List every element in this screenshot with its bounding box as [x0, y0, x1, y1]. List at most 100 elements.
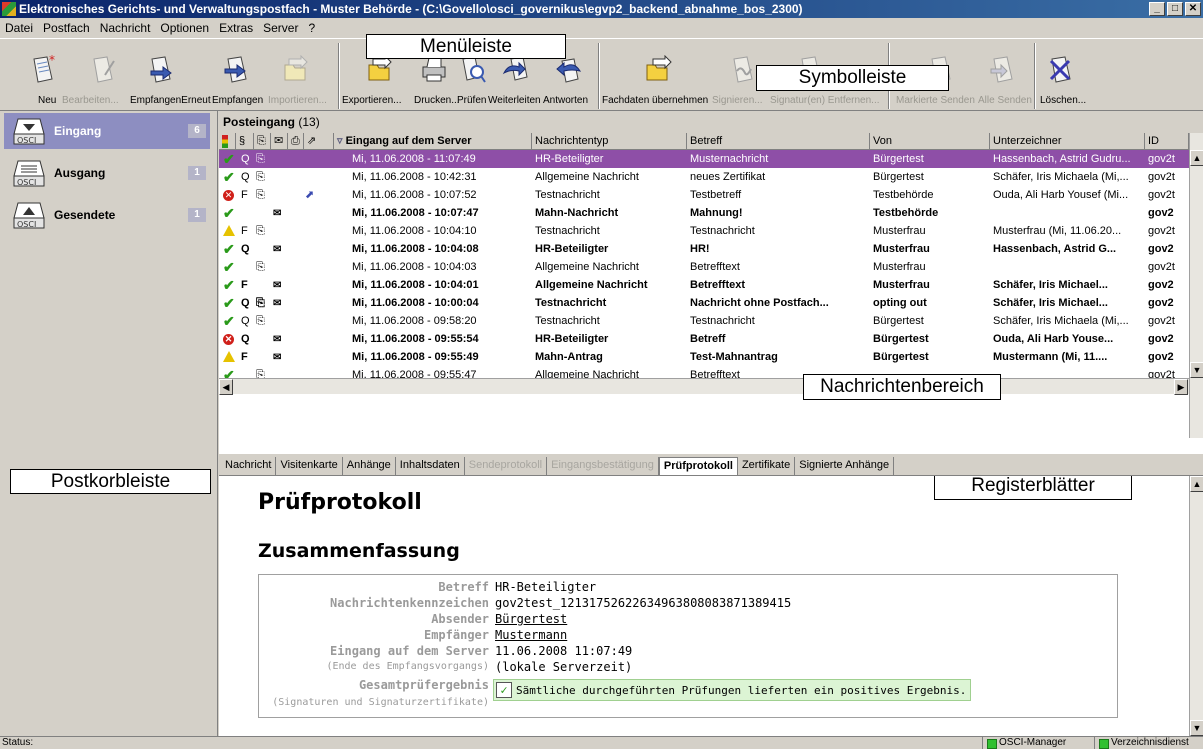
table-row[interactable]: ✔ Q ✉ Mi, 11.06.2008 - 10:04:08 HR-Beteiligt… — [219, 240, 1189, 258]
svg-text:*: * — [49, 55, 55, 67]
tab-visitenkarte[interactable]: Visitenkarte — [276, 457, 343, 475]
export-button[interactable]: Exportieren... — [342, 53, 401, 109]
attachment-cell: ⎘ — [256, 186, 268, 204]
table-row[interactable]: ✕ F ⎘ ⬈ Mi, 11.06.2008 - 10:07:52 Testnachric… — [219, 186, 1189, 204]
col-envelope-header[interactable]: ✉ — [271, 133, 288, 150]
col-forward-header[interactable]: ⇗ — [304, 133, 334, 150]
edit-button[interactable]: Bearbeiten... — [62, 53, 122, 109]
mailbox-sidebar: OSCI Eingang 6 OSCI Ausgang 1 OSCI Gesen… — [0, 111, 218, 736]
sidebar-item-label: Eingang — [54, 124, 102, 138]
import-button[interactable]: Importieren... — [268, 53, 327, 109]
tab-inhaltsdaten[interactable]: Inhaltsdaten — [396, 457, 465, 475]
minimize-button[interactable]: _ — [1149, 2, 1165, 16]
status-icon-cell: ✕ — [223, 330, 237, 348]
message-list-vscroll[interactable]: ▲ ▼ — [1189, 133, 1203, 438]
summary-row-subject: Betreff HR-Beteiligter — [259, 579, 1117, 595]
menu-datei[interactable]: Datei — [0, 21, 38, 35]
table-header: § ⎘ ✉ ⎙ ⇗ ▿ Eingang auf dem Server Nachr… — [219, 133, 1203, 150]
cell-date: Mi, 11.06.2008 - 10:04:01 — [352, 279, 479, 291]
menu-server[interactable]: Server — [258, 21, 303, 35]
resend-button[interactable]: EmpfangenErneut — [130, 53, 211, 109]
print-button[interactable]: Drucken... — [414, 53, 460, 109]
table-row[interactable]: ✕ Q ✉ Mi, 11.06.2008 - 09:55:54 HR-Beteiligt… — [219, 330, 1189, 348]
table-row[interactable]: ✔ Q ⎘ Mi, 11.06.2008 - 10:42:31 Allgemeine N… — [219, 168, 1189, 186]
col-type-header[interactable]: Nachrichtentyp — [532, 133, 687, 150]
new-button[interactable]: * Neu — [22, 53, 62, 109]
cell-subject: Betrefftext — [690, 279, 746, 291]
close-button[interactable]: ✕ — [1185, 2, 1201, 16]
cell-signer: Musterfrau (Mi, 11.06.20... — [993, 225, 1122, 237]
tab-zertifikate[interactable]: Zertifikate — [738, 457, 796, 475]
cell-date: Mi, 11.06.2008 - 09:58:20 — [352, 315, 477, 327]
table-row[interactable]: ✔ Q ⎘ Mi, 11.06.2008 - 11:07:49 HR-Beteiligt… — [219, 150, 1189, 168]
envelope-icon: ✉ — [273, 280, 282, 291]
col-signer-header[interactable]: Unterzeichner — [990, 133, 1145, 150]
col-para-header[interactable]: § — [236, 133, 254, 150]
recipient-link[interactable]: Mustermann — [495, 627, 567, 643]
check-valid-icon: ✔ — [223, 313, 235, 329]
forwarded-cell — [305, 258, 325, 276]
cell-date: Mi, 11.06.2008 - 09:55:49 — [352, 351, 479, 363]
tab-signierte-anhaenge[interactable]: Signierte Anhänge — [795, 457, 895, 475]
callout-sidebar: Postkorbleiste — [10, 469, 211, 494]
sidebar-item-gesendete[interactable]: OSCI Gesendete 1 — [4, 197, 210, 233]
table-row[interactable]: ✔ F ✉ Mi, 11.06.2008 - 10:04:01 Allgemeine N… — [219, 276, 1189, 294]
receive-label: Empfangen — [212, 95, 264, 106]
sidebar-item-ausgang[interactable]: OSCI Ausgang 1 — [4, 155, 210, 191]
menu-help[interactable]: ? — [303, 21, 320, 35]
envelope-cell: ✉ — [273, 276, 287, 294]
reply-button[interactable]: Antworten — [543, 53, 594, 109]
table-row[interactable]: ✔ ✉ Mi, 11.06.2008 - 10:07:47 Mahn-Nachrich… — [219, 204, 1189, 222]
receive-button[interactable]: Empfangen — [212, 53, 263, 109]
send-all-button[interactable]: Alle Senden — [978, 53, 1032, 109]
tab-nachricht[interactable]: Nachricht — [221, 457, 277, 475]
menu-optionen[interactable]: Optionen — [155, 21, 214, 35]
check-button[interactable]: Prüfen — [454, 53, 490, 109]
message-table: ✔ Q ⎘ Mi, 11.06.2008 - 11:07:49 HR-Beteiligt… — [219, 150, 1189, 438]
check-valid-icon: ✔ — [223, 205, 235, 221]
status-icon-cell: ✔ — [223, 240, 237, 258]
new-document-icon: * — [33, 55, 55, 83]
sender-link[interactable]: Bürgertest — [495, 611, 567, 627]
cell-type: Allgemeine Nachricht — [535, 261, 639, 273]
col-subject-header[interactable]: Betreff — [687, 133, 870, 150]
report-vscroll[interactable]: ▲ ▼ — [1189, 476, 1203, 736]
toolbar: * Neu Bearbeiten... EmpfangenErneut Empf… — [0, 38, 1203, 111]
table-row[interactable]: ✔ Q ⎘ Mi, 11.06.2008 - 09:58:20 Testnachrich… — [219, 312, 1189, 330]
delete-button[interactable]: Löschen... — [1040, 53, 1086, 109]
scroll-right-button[interactable]: ▶ — [1174, 379, 1188, 395]
table-row[interactable]: ✔ ⎘ Mi, 11.06.2008 - 10:04:03 Allgemeine Na… — [219, 258, 1189, 276]
message-list-hscroll[interactable]: ◀ ▶ — [219, 378, 1189, 395]
tab-anhaenge[interactable]: Anhänge — [343, 457, 396, 475]
col-print-header[interactable]: ⎙ — [288, 133, 304, 150]
sidebar-item-eingang[interactable]: OSCI Eingang 6 — [4, 113, 210, 149]
cell-date: Mi, 11.06.2008 - 10:04:08 — [352, 243, 479, 255]
forward-button[interactable]: Weiterleiten — [488, 53, 542, 109]
menu-extras[interactable]: Extras — [214, 21, 258, 35]
col-attachment-header[interactable]: ⎘ — [254, 133, 271, 150]
table-row[interactable]: F ✉ Mi, 11.06.2008 - 09:55:49 Mahn-Antrag Te… — [219, 348, 1189, 366]
cell-subject: neues Zertifikat — [690, 171, 766, 183]
table-row[interactable]: F ⎘ Mi, 11.06.2008 - 10:04:10 Testnachricht… — [219, 222, 1189, 240]
paperclip-icon: ⎘ — [256, 225, 265, 237]
maximize-button[interactable]: □ — [1167, 2, 1183, 16]
printer-icon: ⎙ — [291, 135, 300, 147]
col-from-header[interactable]: Von — [870, 133, 990, 150]
scroll-up-button[interactable]: ▲ — [1190, 150, 1203, 166]
received-note-value: (lokale Serverzeit) — [495, 660, 633, 674]
fachdaten-button[interactable]: Fachdaten übernehmen — [602, 53, 708, 109]
col-id-header[interactable]: ID — [1145, 133, 1189, 150]
menu-nachricht[interactable]: Nachricht — [95, 21, 156, 35]
recipient-key: Empfänger — [423, 628, 489, 642]
send-all-label: Alle Senden — [978, 95, 1032, 106]
cell-date: Mi, 11.06.2008 - 10:07:47 — [352, 207, 479, 219]
report-scroll-up-button[interactable]: ▲ — [1190, 476, 1203, 492]
report-scroll-down-button[interactable]: ▼ — [1190, 720, 1203, 736]
table-row[interactable]: ✔ Q ⎘ ✉ Mi, 11.06.2008 - 10:00:04 Testnachric… — [219, 294, 1189, 312]
scroll-down-button[interactable]: ▼ — [1190, 362, 1203, 378]
tab-pruefprotokoll[interactable]: Prüfprotokoll — [658, 457, 738, 475]
scroll-left-button[interactable]: ◀ — [219, 379, 233, 395]
col-status-header[interactable] — [219, 133, 236, 150]
col-received-header[interactable]: ▿ Eingang auf dem Server — [334, 133, 532, 150]
menu-postfach[interactable]: Postfach — [38, 21, 95, 35]
